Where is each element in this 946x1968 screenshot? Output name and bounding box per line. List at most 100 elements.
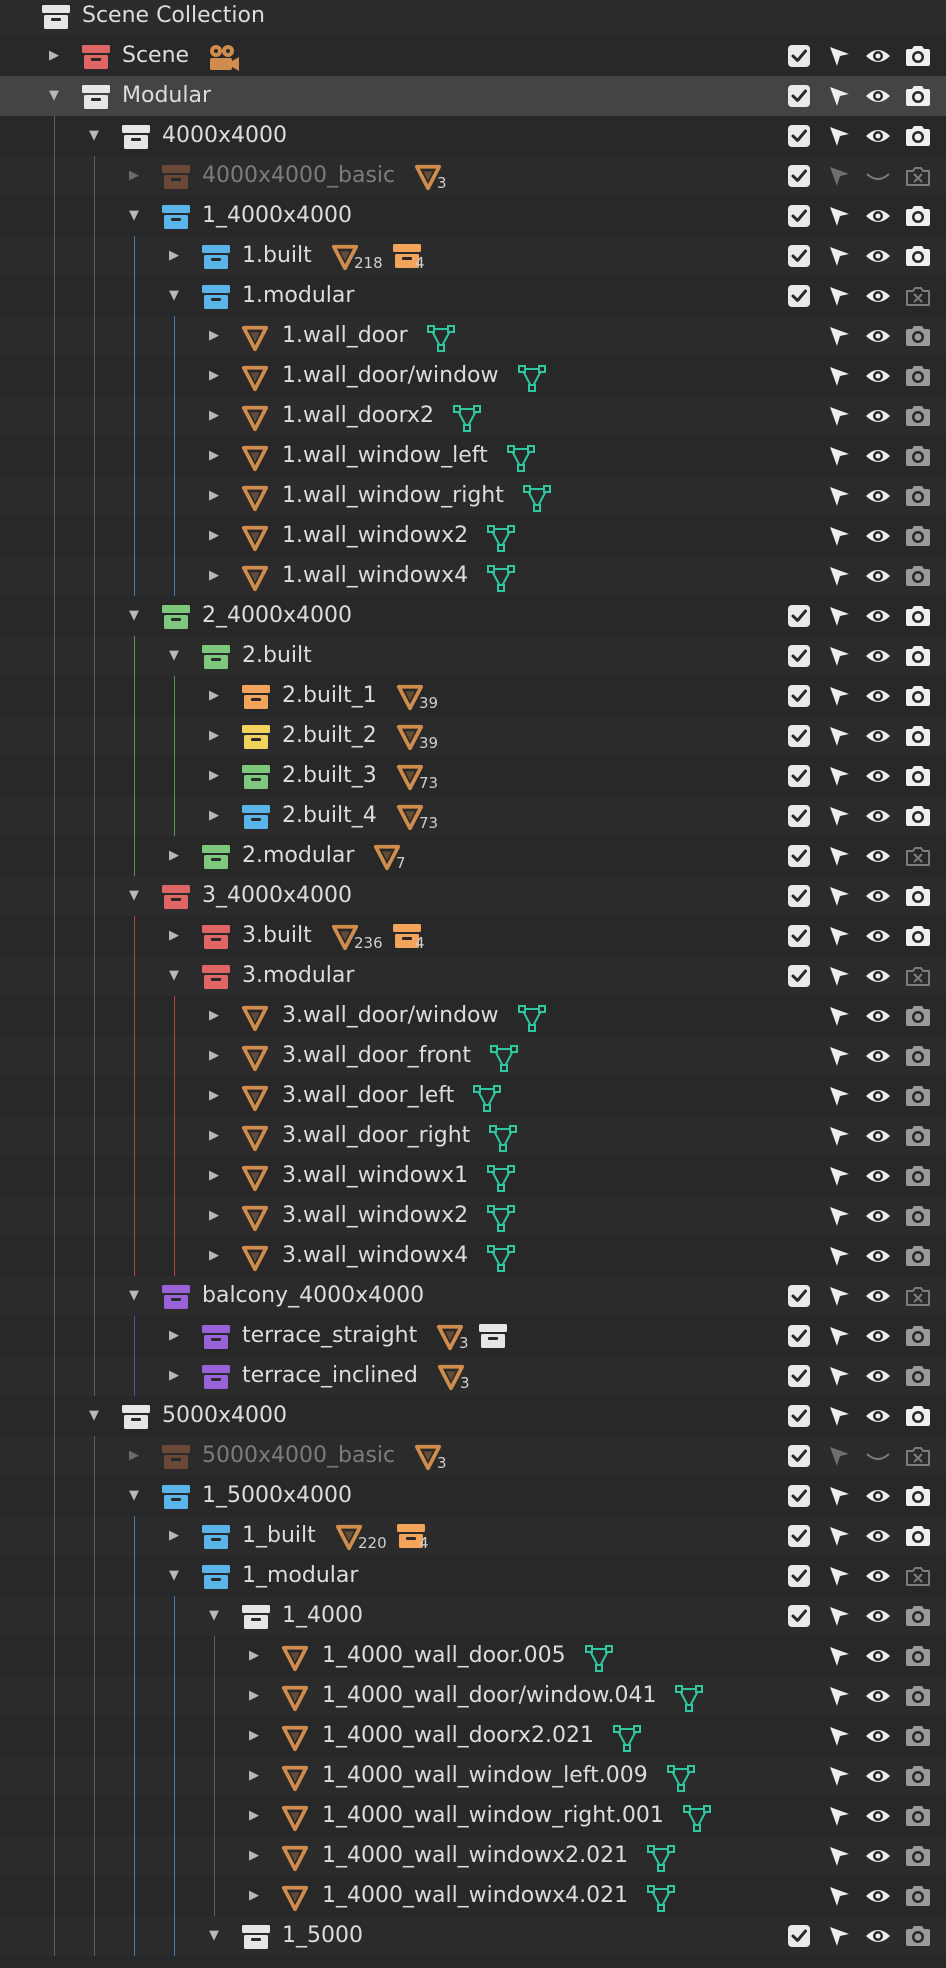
selectable-toggle-icon[interactable] <box>826 1203 854 1229</box>
outliner-row[interactable]: ▶ 1.wall_doorx2 <box>0 396 946 436</box>
visibility-eye-icon[interactable] <box>864 1283 892 1309</box>
expand-arrow-closed-icon[interactable]: ▶ <box>242 1876 266 1916</box>
selectable-toggle-icon[interactable] <box>826 1363 854 1389</box>
visibility-eye-icon[interactable] <box>864 1483 892 1509</box>
expand-arrow-closed-icon[interactable]: ▶ <box>242 1636 266 1676</box>
visibility-eye-icon[interactable] <box>864 683 892 709</box>
render-camera-icon[interactable] <box>904 563 932 589</box>
outliner-row[interactable]: ▶ 1.wall_window_left <box>0 436 946 476</box>
outliner-row[interactable]: ▶ terrace_inclined 3 <box>0 1356 946 1396</box>
render-camera-icon[interactable] <box>904 923 932 949</box>
expand-arrow-closed-icon[interactable]: ▶ <box>202 1116 226 1156</box>
exclude-checkbox[interactable] <box>786 683 814 709</box>
visibility-eye-icon[interactable] <box>864 283 892 309</box>
mesh-data-icon[interactable] <box>682 1803 712 1833</box>
mesh-data-icon[interactable] <box>472 1083 502 1113</box>
render-camera-icon[interactable] <box>904 1723 932 1749</box>
render-disabled-icon[interactable] <box>904 1443 932 1469</box>
expand-arrow-closed-icon[interactable]: ▶ <box>202 356 226 396</box>
outliner-row[interactable]: ▶ 1.wall_door/window <box>0 356 946 396</box>
render-camera-icon[interactable] <box>904 363 932 389</box>
render-camera-icon[interactable] <box>904 203 932 229</box>
visibility-eye-icon[interactable] <box>864 443 892 469</box>
exclude-checkbox[interactable] <box>786 603 814 629</box>
selectable-toggle-icon[interactable] <box>826 843 854 869</box>
visibility-eye-icon[interactable] <box>864 523 892 549</box>
mesh-data-icon[interactable] <box>426 323 456 353</box>
expand-arrow-closed-icon[interactable]: ▶ <box>242 1836 266 1876</box>
visibility-eye-icon[interactable] <box>864 1043 892 1069</box>
selectable-toggle-icon[interactable] <box>826 323 854 349</box>
selectable-toggle-icon[interactable] <box>826 123 854 149</box>
visibility-eye-icon[interactable] <box>864 1923 892 1949</box>
visibility-eye-icon[interactable] <box>864 1003 892 1029</box>
visibility-eye-icon[interactable] <box>864 963 892 989</box>
visibility-eye-icon[interactable] <box>864 243 892 269</box>
exclude-checkbox[interactable] <box>786 723 814 749</box>
exclude-checkbox[interactable] <box>786 1323 814 1349</box>
visibility-eye-icon[interactable] <box>864 323 892 349</box>
exclude-checkbox[interactable] <box>786 1603 814 1629</box>
mesh-data-icon[interactable] <box>674 1683 704 1713</box>
exclude-checkbox[interactable] <box>786 1523 814 1549</box>
expand-arrow-closed-icon[interactable]: ▶ <box>202 796 226 836</box>
expand-arrow-open-icon[interactable]: ▼ <box>122 596 146 636</box>
exclude-checkbox[interactable] <box>786 203 814 229</box>
outliner-row[interactable]: ▶ 3.built 236 4 <box>0 916 946 956</box>
outliner-row[interactable]: ▶ 3.wall_door_front <box>0 1036 946 1076</box>
render-camera-icon[interactable] <box>904 523 932 549</box>
selectable-toggle-icon[interactable] <box>826 763 854 789</box>
visibility-eye-icon[interactable] <box>864 603 892 629</box>
outliner-row[interactable]: Scene Collection <box>0 0 946 36</box>
child-collection-icon[interactable] <box>477 1323 507 1353</box>
selectable-toggle-icon[interactable] <box>826 403 854 429</box>
expand-arrow-closed-icon[interactable]: ▶ <box>162 1516 186 1556</box>
render-camera-icon[interactable] <box>904 1083 932 1109</box>
expand-arrow-closed-icon[interactable]: ▶ <box>242 1716 266 1756</box>
visibility-eye-icon[interactable] <box>864 763 892 789</box>
selectable-toggle-icon[interactable] <box>826 1003 854 1029</box>
expand-arrow-closed-icon[interactable]: ▶ <box>202 1196 226 1236</box>
render-disabled-icon[interactable] <box>904 1283 932 1309</box>
selectable-toggle-icon[interactable] <box>826 1763 854 1789</box>
outliner-row[interactable]: ▶ 1.wall_windowx4 <box>0 556 946 596</box>
exclude-checkbox[interactable] <box>786 1363 814 1389</box>
expand-arrow-closed-icon[interactable]: ▶ <box>242 1676 266 1716</box>
expand-arrow-open-icon[interactable]: ▼ <box>162 956 186 996</box>
outliner-row[interactable]: ▶ 1_4000_wall_door.005 <box>0 1636 946 1676</box>
exclude-checkbox[interactable] <box>786 163 814 189</box>
exclude-checkbox[interactable] <box>786 1563 814 1589</box>
visibility-eye-icon[interactable] <box>864 1603 892 1629</box>
mesh-data-icon[interactable] <box>486 563 516 593</box>
visibility-eye-icon[interactable] <box>864 1763 892 1789</box>
render-camera-icon[interactable] <box>904 1803 932 1829</box>
selectable-toggle-icon[interactable] <box>826 1043 854 1069</box>
visibility-eye-icon[interactable] <box>864 1083 892 1109</box>
render-camera-icon[interactable] <box>904 443 932 469</box>
expand-arrow-closed-icon[interactable]: ▶ <box>202 396 226 436</box>
render-camera-icon[interactable] <box>904 883 932 909</box>
expand-arrow-closed-icon[interactable]: ▶ <box>162 836 186 876</box>
exclude-checkbox[interactable] <box>786 1283 814 1309</box>
outliner-row[interactable]: ▶ 1_4000_wall_window_right.001 <box>0 1796 946 1836</box>
render-camera-icon[interactable] <box>904 1043 932 1069</box>
expand-arrow-open-icon[interactable]: ▼ <box>122 1476 146 1516</box>
expand-arrow-closed-icon[interactable]: ▶ <box>202 1236 226 1276</box>
selectable-toggle-icon[interactable] <box>826 963 854 989</box>
selectable-toggle-icon[interactable] <box>826 923 854 949</box>
outliner-row[interactable]: ▶ Scene <box>0 36 946 76</box>
outliner-row[interactable]: ▶ 2.modular 7 <box>0 836 946 876</box>
mesh-data-icon[interactable] <box>517 363 547 393</box>
outliner-row[interactable]: ▶ 2.built_1 39 <box>0 676 946 716</box>
selectable-toggle-icon[interactable] <box>826 563 854 589</box>
expand-arrow-open-icon[interactable]: ▼ <box>202 1596 226 1636</box>
visibility-eye-icon[interactable] <box>864 363 892 389</box>
selectable-toggle-icon[interactable] <box>826 1803 854 1829</box>
expand-arrow-open-icon[interactable]: ▼ <box>82 116 106 156</box>
render-camera-icon[interactable] <box>904 403 932 429</box>
visibility-eye-icon[interactable] <box>864 1363 892 1389</box>
expand-arrow-closed-icon[interactable]: ▶ <box>242 1796 266 1836</box>
selectable-toggle-icon[interactable] <box>826 1563 854 1589</box>
outliner-row[interactable]: ▶ 2.built_2 39 <box>0 716 946 756</box>
selectable-toggle-icon[interactable] <box>826 1083 854 1109</box>
